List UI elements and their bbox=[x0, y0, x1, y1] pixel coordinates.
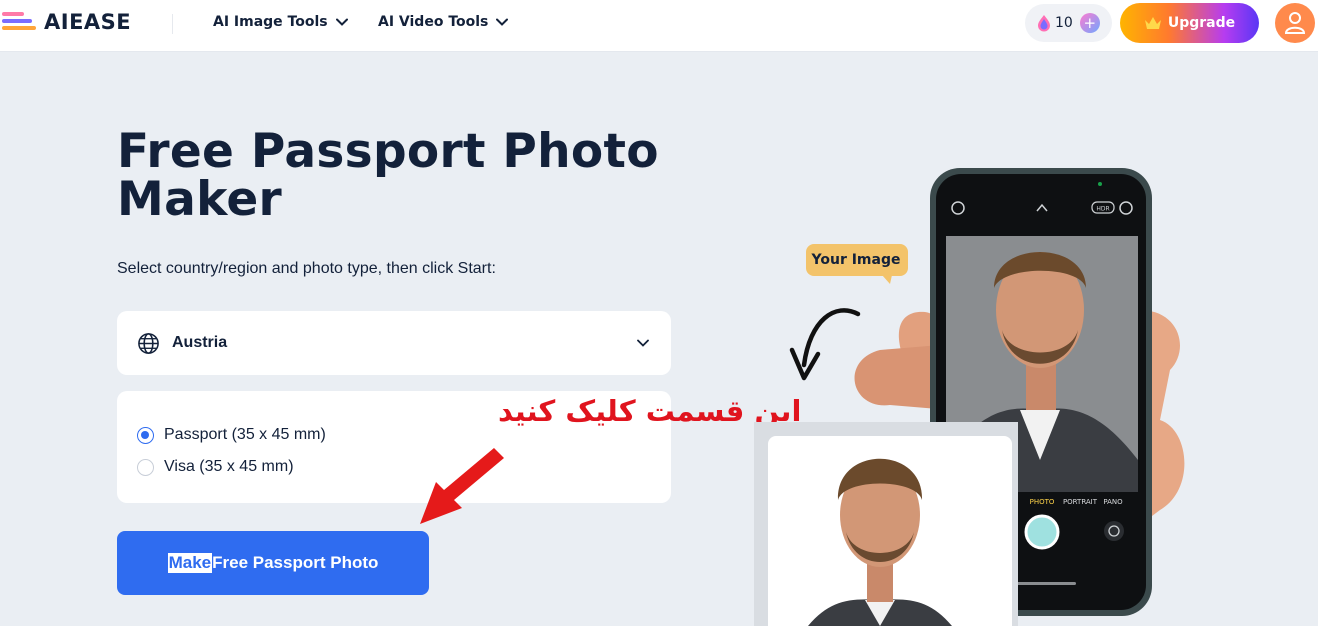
nav-label: AI Video Tools bbox=[378, 14, 489, 30]
credits-badge[interactable]: 10 + bbox=[1025, 4, 1112, 42]
logo-icon bbox=[2, 10, 40, 34]
logo[interactable]: AIEASE bbox=[2, 8, 131, 36]
radio-button[interactable] bbox=[137, 458, 154, 476]
button-label: Free Passport Photo bbox=[212, 553, 379, 572]
camera-mode-photo: PHOTO bbox=[1030, 498, 1055, 506]
page-title: Free Passport Photo Maker bbox=[117, 128, 677, 224]
camera-mode-portrait: PORTRAIT bbox=[1063, 498, 1098, 506]
nav-label: AI Image Tools bbox=[213, 14, 328, 30]
header-divider bbox=[172, 14, 173, 34]
radio-passport[interactable]: Passport (35 x 45 mm) bbox=[137, 426, 326, 444]
make-passport-photo-button[interactable]: Make Free Passport Photo bbox=[117, 531, 429, 595]
radio-button-checked[interactable] bbox=[137, 426, 154, 444]
user-icon bbox=[1284, 12, 1306, 34]
button-label-highlight: Make bbox=[167, 553, 213, 573]
user-avatar[interactable] bbox=[1275, 3, 1315, 43]
country-select[interactable]: Austria bbox=[117, 311, 671, 375]
chevron-down-icon bbox=[496, 18, 509, 26]
credit-gem-icon bbox=[1038, 15, 1050, 32]
instructions-text: Select country/region and photo type, th… bbox=[117, 260, 496, 277]
hdr-label: HDR bbox=[1096, 206, 1109, 213]
credits-count: 10 bbox=[1055, 15, 1073, 31]
upgrade-button[interactable]: Upgrade bbox=[1120, 3, 1259, 43]
top-navbar: AIEASE AI Image Tools AI Video Tools 10 … bbox=[0, 0, 1318, 52]
country-value: Austria bbox=[172, 334, 228, 351]
radio-visa[interactable]: Visa (35 x 45 mm) bbox=[137, 458, 294, 476]
camera-mode-pano: PANO bbox=[1103, 498, 1123, 506]
globe-icon bbox=[138, 332, 159, 354]
radio-label: Visa (35 x 45 mm) bbox=[164, 458, 294, 475]
passport-illustration: HDR PHOTO PORTRAIT PANO Your Image bbox=[754, 168, 1185, 626]
nav-ai-video-tools[interactable]: AI Video Tools bbox=[378, 14, 509, 30]
radio-label: Passport (35 x 45 mm) bbox=[164, 426, 326, 443]
upgrade-label: Upgrade bbox=[1167, 15, 1236, 31]
page-title-line1: Free Passport Photo bbox=[117, 124, 659, 179]
your-image-bubble: Your Image bbox=[811, 252, 901, 268]
page-title-line2: Maker bbox=[117, 172, 283, 227]
chevron-down-icon bbox=[335, 18, 348, 26]
logo-text: AIEASE bbox=[44, 10, 132, 34]
add-credits-icon[interactable]: + bbox=[1079, 13, 1100, 33]
crown-icon bbox=[1144, 17, 1161, 29]
chevron-down-icon bbox=[637, 339, 649, 347]
red-arrow-icon bbox=[420, 448, 504, 524]
nav-ai-image-tools[interactable]: AI Image Tools bbox=[213, 14, 348, 30]
